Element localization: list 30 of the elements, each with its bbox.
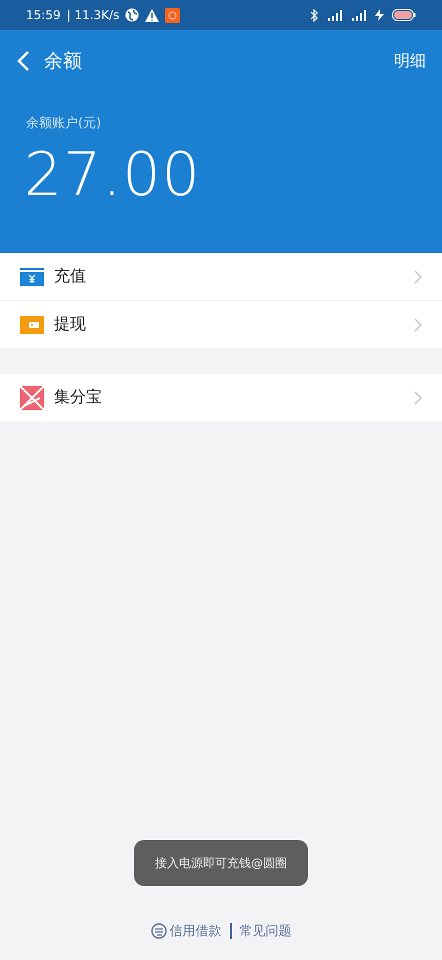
menu-item-label: 充值 [54, 266, 87, 287]
menu-item[interactable]: 提现 [0, 301, 442, 348]
chevron-right-icon [414, 318, 422, 332]
battery-icon [392, 9, 416, 21]
charging-icon [374, 9, 386, 21]
app-notification-icon [165, 8, 180, 22]
menu-item-label: 集分宝 [54, 387, 103, 408]
details-button[interactable]: 明细 [394, 50, 426, 72]
brand-name: 信用借款 [170, 923, 222, 940]
signal-icon [350, 9, 368, 21]
globe-icon [125, 8, 140, 22]
warning-icon [145, 8, 160, 22]
toast-message: 接入电源即可充钱@圆圈 [134, 840, 308, 886]
brand-logo-icon [150, 923, 166, 939]
wallet-card-icon [20, 268, 44, 286]
envelope-icon [20, 386, 44, 410]
bluetooth-icon [310, 8, 318, 22]
menu-item[interactable]: 集分宝 [0, 374, 442, 421]
wallet-icon [20, 316, 44, 334]
status-time: 15:59 [26, 8, 61, 22]
chevron-right-icon [414, 270, 422, 284]
back-icon[interactable] [16, 50, 30, 72]
menu-item[interactable]: 充值 [0, 253, 442, 301]
faq-link[interactable]: 常见问题 [240, 922, 292, 940]
balance-amount: 27.00 [24, 140, 202, 210]
balance-label: 余额账户(元) [26, 115, 102, 132]
menu-item-label: 提现 [54, 314, 87, 335]
page-title: 余额 [44, 49, 83, 74]
network-speed: | 11.3K/s [66, 8, 120, 22]
chevron-right-icon [414, 390, 422, 404]
